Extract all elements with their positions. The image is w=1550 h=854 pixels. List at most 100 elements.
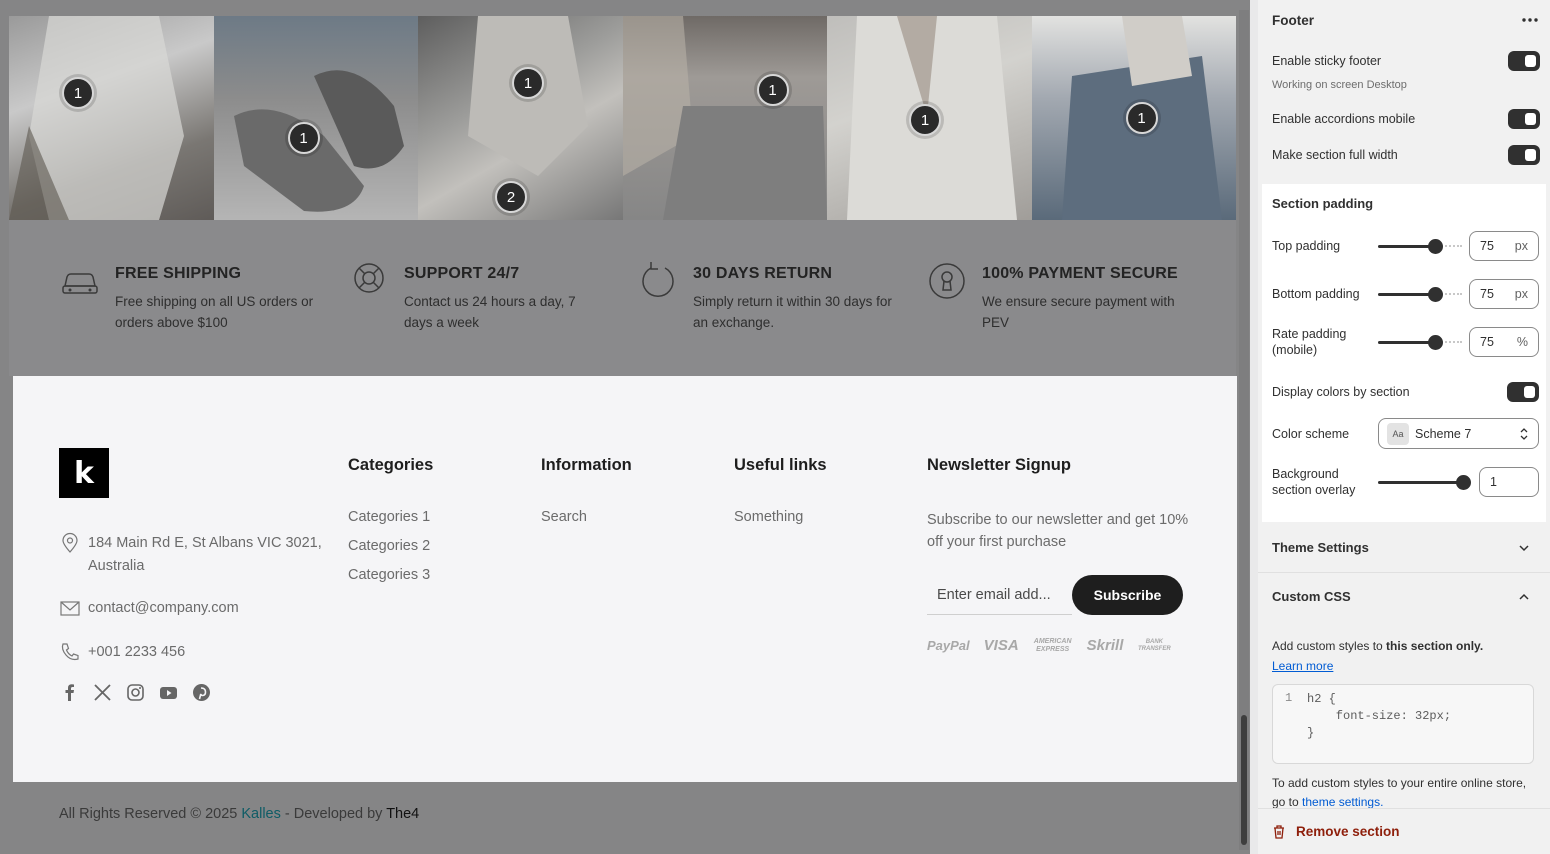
footer-link[interactable]: Categories 3 — [348, 567, 433, 583]
gallery-image-2[interactable]: 1 — [213, 16, 418, 220]
preview-scrollbar[interactable] — [1239, 10, 1249, 850]
developer-link[interactable]: The4 — [386, 806, 419, 822]
accordions-row: Enable accordions mobile — [1272, 109, 1540, 129]
color-scheme-value: Scheme 7 — [1415, 426, 1472, 441]
top-padding-input[interactable]: 75 px — [1469, 231, 1539, 261]
x-twitter-icon[interactable] — [92, 682, 113, 703]
payment-methods: PayPal VISA AMERICAN EXPRESS Skrill BANK… — [927, 637, 1197, 654]
section-padding-title: Section padding — [1272, 196, 1374, 211]
remove-section-button[interactable]: Remove section — [1258, 808, 1550, 854]
slider-knob[interactable] — [1456, 475, 1471, 490]
hotspot-marker[interactable]: 1 — [512, 67, 544, 99]
brand-link[interactable]: Kalles — [241, 806, 281, 822]
copyright-text: All Rights Reserved © 2025 Kalles - Deve… — [59, 806, 419, 822]
learn-more-link[interactable]: Learn more — [1272, 659, 1333, 673]
line-number: 1 — [1285, 691, 1293, 705]
instagram-icon[interactable] — [125, 682, 146, 703]
youtube-icon[interactable] — [158, 682, 179, 703]
hotspot-marker[interactable]: 1 — [62, 77, 94, 109]
select-chevrons-icon — [1520, 428, 1528, 440]
car-icon — [62, 273, 98, 294]
display-colors-toggle[interactable] — [1507, 382, 1539, 402]
features-bar: FREE SHIPPING Free shipping on all US ord… — [9, 220, 1236, 376]
phone-row[interactable]: +001 2233 456 — [59, 641, 185, 664]
footer-link[interactable]: Categories 1 — [348, 509, 433, 525]
feature-return: 30 DAYS RETURN Simply return it within 30… — [637, 260, 926, 376]
gallery-image-1[interactable]: 1 — [9, 16, 214, 220]
overlay-slider[interactable] — [1378, 475, 1472, 490]
rate-padding-input[interactable]: 75% — [1469, 327, 1539, 357]
hotspot-marker[interactable]: 1 — [287, 122, 320, 154]
accordions-toggle[interactable] — [1508, 109, 1540, 129]
rate-padding-slider[interactable] — [1378, 335, 1462, 350]
css-help-text: Add custom styles to — [1272, 639, 1387, 653]
newsletter-text: Subscribe to our newsletter and get 10% … — [927, 512, 1189, 550]
hotspot-marker[interactable]: 2 — [495, 181, 527, 213]
theme-settings-link[interactable]: theme settings. — [1302, 795, 1383, 808]
newsletter-block: Newsletter Signup Subscribe to our newsl… — [927, 456, 1197, 654]
scheme-swatch: Aa — [1387, 422, 1409, 445]
footer-link[interactable]: Something — [734, 509, 827, 525]
rate-padding-label: Rate padding (mobile) — [1272, 327, 1347, 357]
logo[interactable]: k — [59, 448, 109, 498]
amex-logo: AMERICAN EXPRESS — [1033, 637, 1072, 653]
feature-title: 30 DAYS RETURN — [693, 265, 833, 282]
newsletter-form: Subscribe — [927, 575, 1197, 615]
gallery-image-6[interactable]: 1 — [1031, 16, 1236, 220]
facebook-icon[interactable] — [59, 682, 80, 703]
custom-css-header[interactable]: Custom CSS — [1272, 589, 1530, 604]
unit-px: px — [1514, 239, 1528, 253]
feature-title: 100% PAYMENT SECURE — [982, 265, 1178, 282]
email-link[interactable]: contact@company.com — [88, 597, 239, 620]
top-padding-value: 75 — [1480, 239, 1494, 253]
chevron-down-icon — [1519, 544, 1529, 551]
footer-link[interactable]: Search — [541, 509, 632, 525]
theme-settings-label: Theme Settings — [1272, 540, 1369, 555]
gallery-image-5[interactable]: 1 — [827, 16, 1032, 220]
gallery-image-3[interactable]: 1 2 — [418, 16, 623, 220]
unit-percent: % — [1516, 335, 1528, 349]
css-help-bold: this section only. — [1386, 639, 1484, 653]
footer-column-information: Information Search — [541, 456, 632, 538]
phone-link[interactable]: +001 2233 456 — [88, 641, 185, 664]
instagram-gallery: 1 1 1 2 1 1 1 — [9, 16, 1236, 220]
copyright-mid: - Developed by — [280, 806, 387, 822]
hotspot-marker[interactable]: 1 — [1125, 102, 1158, 134]
top-padding-slider[interactable] — [1378, 239, 1462, 254]
slider-knob[interactable] — [1428, 239, 1443, 254]
footer-link[interactable]: Categories 2 — [348, 538, 433, 554]
pinterest-icon[interactable] — [191, 682, 212, 703]
bottom-padding-value: 75 — [1480, 287, 1494, 301]
hotspot-marker[interactable]: 1 — [909, 104, 941, 136]
full-width-toggle[interactable] — [1508, 145, 1540, 165]
full-width-label: Make section full width — [1272, 148, 1398, 162]
location-pin-icon — [62, 532, 78, 553]
social-links — [59, 682, 212, 703]
column-title: Categories — [348, 456, 434, 474]
gallery-image-4[interactable]: 1 — [622, 16, 827, 220]
more-options-icon[interactable] — [1520, 12, 1540, 28]
css-code-editor[interactable]: 1 h2 { font-size: 32px; } — [1272, 684, 1534, 764]
scrollbar-thumb[interactable] — [1241, 715, 1247, 845]
mail-icon — [60, 601, 80, 616]
email-row[interactable]: contact@company.com — [59, 597, 239, 620]
newsletter-email-input[interactable] — [927, 575, 1072, 615]
feature-text: We ensure secure payment with PEV — [982, 294, 1175, 330]
trash-icon — [1274, 825, 1284, 839]
sticky-footer-label: Enable sticky footer — [1272, 54, 1382, 68]
theme-settings-header[interactable]: Theme Settings — [1272, 540, 1530, 555]
custom-css-label: Custom CSS — [1272, 589, 1351, 604]
sticky-footer-toggle[interactable] — [1508, 51, 1540, 71]
css-code[interactable]: h2 { font-size: 32px; } — [1307, 691, 1533, 742]
hotspot-marker[interactable]: 1 — [756, 74, 789, 106]
copyright-prefix: All Rights Reserved © 2025 — [59, 806, 242, 822]
footer-section[interactable]: k 184 Main Rd E, St Albans VIC 3021, Aus… — [13, 376, 1237, 782]
divider — [1258, 572, 1550, 573]
subscribe-button[interactable]: Subscribe — [1072, 575, 1183, 615]
slider-knob[interactable] — [1428, 335, 1443, 350]
overlay-input[interactable]: 1 — [1479, 467, 1539, 497]
bottom-padding-slider[interactable] — [1378, 287, 1462, 302]
slider-knob[interactable] — [1428, 287, 1443, 302]
color-scheme-select[interactable]: Aa Scheme 7 — [1378, 418, 1539, 449]
bottom-padding-input[interactable]: 75 px — [1469, 279, 1539, 309]
